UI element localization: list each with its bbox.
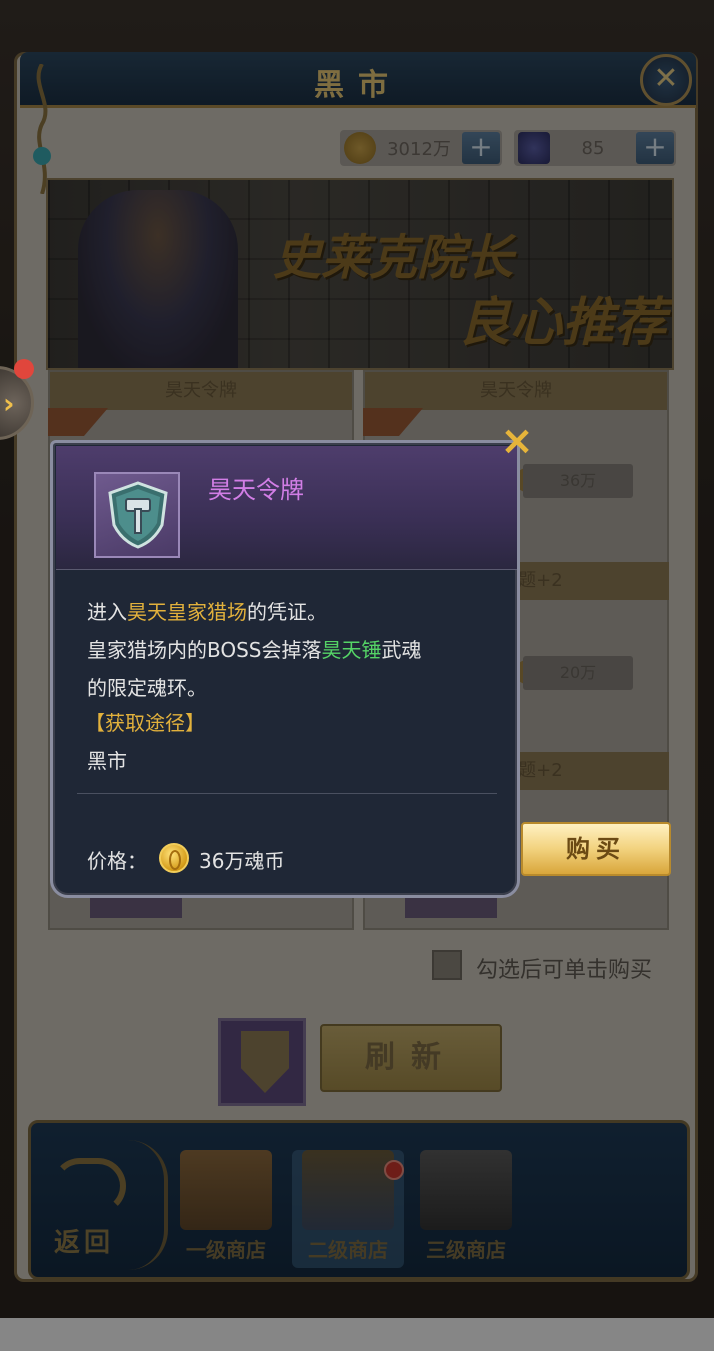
discount-ribbon xyxy=(363,408,423,436)
promo-banner: 史莱克院长 良心推荐 xyxy=(46,178,674,370)
card-title: 昊天令牌 xyxy=(365,372,667,410)
notification-dot xyxy=(384,1160,404,1180)
add-diamond-button[interactable]: + xyxy=(636,132,674,164)
diamond-currency: 85 + xyxy=(514,130,676,166)
gold-currency: 3012万 + xyxy=(340,130,502,166)
auto-buy-checkbox[interactable] xyxy=(432,950,462,980)
item-name: 昊天令牌 xyxy=(208,476,304,504)
highlight-location: 昊天皇家猎场 xyxy=(127,600,247,624)
back-label[interactable]: 返回 xyxy=(54,1222,114,1259)
refresh-button[interactable]: 刷新 xyxy=(320,1024,502,1092)
close-icon[interactable]: × xyxy=(500,421,534,461)
back-arrow-icon xyxy=(52,1158,126,1214)
tab-shop-level-3[interactable]: 三级商店 xyxy=(410,1150,522,1268)
diamond-icon xyxy=(518,132,550,164)
source-value: 黑市 xyxy=(87,749,127,773)
buy-button[interactable]: 购买 xyxy=(521,822,671,876)
item-detail-popup: 昊天令牌 进入昊天皇家猎场的凭证。 皇家猎场内的BOSS会掉落昊天锤武魂 的限定… xyxy=(50,440,520,898)
banner-text-2: 良心推荐 xyxy=(458,292,667,353)
card-price: 36万 xyxy=(523,464,633,498)
soul-coin-icon xyxy=(159,843,189,873)
discount-ribbon xyxy=(48,408,108,436)
source-title: 【获取途径】 xyxy=(85,711,205,735)
tab-shop-level-1[interactable]: 一级商店 xyxy=(170,1150,282,1268)
ornament-icon xyxy=(33,64,51,194)
card-price: 20万 xyxy=(523,656,633,690)
checkbox-label: 勾选后可单击购买 xyxy=(476,958,653,983)
title-bar: 黑市 xyxy=(20,52,696,108)
treasure-chest-icon xyxy=(302,1150,394,1230)
window-close-icon[interactable]: ✕ xyxy=(640,54,692,106)
chevron-right-icon: › xyxy=(3,387,15,420)
price-value: 36万魂币 xyxy=(199,849,285,873)
window-title: 黑市 xyxy=(314,68,402,103)
diamond-amount: 85 xyxy=(581,137,605,159)
banner-text-1: 史莱克院长 xyxy=(273,230,514,286)
divider xyxy=(77,793,497,794)
price-label: 价格： xyxy=(87,849,147,873)
card-title: 昊天令牌 xyxy=(50,372,352,410)
add-gold-button[interactable]: + xyxy=(462,132,500,164)
notification-dot xyxy=(14,359,34,379)
popup-header: 昊天令牌 xyxy=(56,446,517,570)
item-description: 进入昊天皇家猎场的凭证。 皇家猎场内的BOSS会掉落昊天锤武魂 的限定魂环。 xyxy=(87,600,422,700)
tab-label: 一级商店 xyxy=(186,1238,266,1262)
gold-amount: 3012万 xyxy=(387,139,451,160)
tab-label: 二级商店 xyxy=(308,1238,388,1262)
divider xyxy=(128,1140,168,1270)
refresh-token-icon xyxy=(218,1018,306,1106)
shop-stall-icon xyxy=(420,1150,512,1230)
gold-coin-icon xyxy=(344,132,376,164)
character-portrait xyxy=(78,190,238,368)
tab-label: 三级商店 xyxy=(426,1238,506,1262)
treasure-chest-icon xyxy=(180,1150,272,1230)
hammer-shield-icon xyxy=(94,472,180,558)
highlight-weapon: 昊天锤 xyxy=(321,638,382,662)
